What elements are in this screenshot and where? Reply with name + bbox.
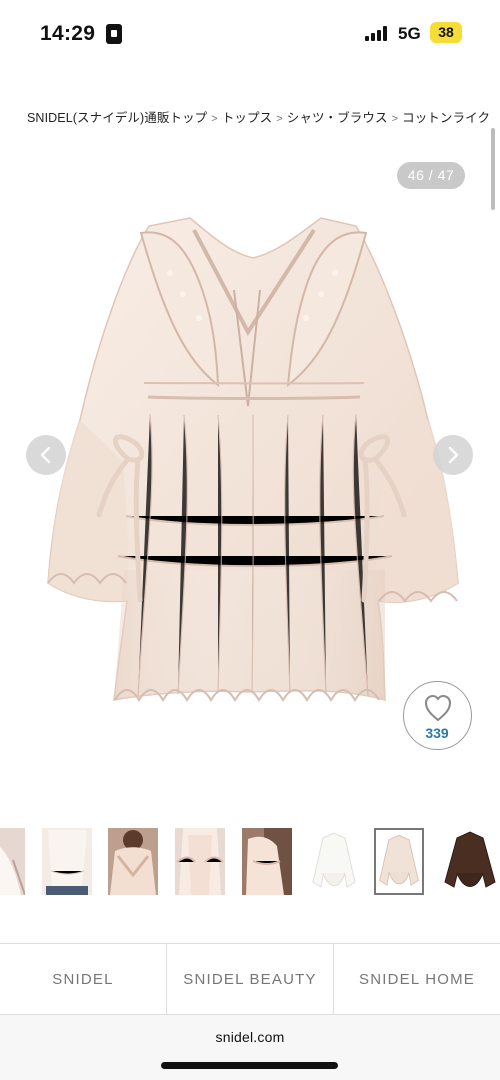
- lock-icon: [106, 24, 122, 44]
- breadcrumb-tops[interactable]: トップス: [222, 111, 272, 125]
- brand-tab-snidel-home[interactable]: SNIDEL HOME: [334, 944, 500, 1014]
- thumbnail-back-view[interactable]: [42, 828, 92, 895]
- thumbnail-side-view[interactable]: [0, 828, 25, 895]
- chevron-right-icon: [448, 446, 459, 464]
- blouse-dress-illustration: [47, 217, 459, 702]
- status-time: 14:29: [40, 22, 96, 45]
- home-indicator[interactable]: [161, 1062, 338, 1069]
- heart-icon: [424, 694, 452, 722]
- gallery-page-counter: 46 / 47: [397, 162, 465, 189]
- thumbnail-white-color[interactable]: [309, 828, 359, 895]
- brand-tab-snidel-beauty[interactable]: SNIDEL BEAUTY: [167, 944, 334, 1014]
- scroll-indicator[interactable]: [491, 128, 495, 210]
- browser-address-bar[interactable]: snidel.com: [0, 1015, 500, 1080]
- status-bar: 14:29 5G 38: [0, 0, 500, 70]
- next-image-button[interactable]: [433, 435, 473, 475]
- breadcrumb-separator: >: [391, 113, 399, 125]
- favorite-button[interactable]: 339: [403, 681, 472, 750]
- breadcrumb-shirts-blouses[interactable]: シャツ・ブラウス: [287, 111, 388, 125]
- thumbnail-collar-detail[interactable]: [108, 828, 158, 895]
- brand-tab-snidel[interactable]: SNIDEL: [0, 944, 167, 1014]
- brand-navigation: SNIDEL SNIDEL BEAUTY SNIDEL HOME: [0, 943, 500, 1015]
- browser-url[interactable]: snidel.com: [0, 1029, 500, 1045]
- previous-image-button[interactable]: [26, 435, 66, 475]
- breadcrumb-current-item: コットンライク: [402, 111, 491, 125]
- favorite-count: 339: [425, 725, 449, 741]
- signal-icon: [365, 25, 391, 41]
- breadcrumb-home[interactable]: SNIDEL(スナイデル)通販トップ: [27, 111, 207, 125]
- battery-indicator: 38: [430, 22, 462, 43]
- thumbnail-model-view[interactable]: [175, 828, 225, 895]
- breadcrumb-separator: >: [276, 113, 283, 125]
- product-detail-screen: 14:29 5G 38 SNIDEL(スナイデル)通販トップ > トップス > シャツ・…: [0, 0, 500, 1080]
- thumbnail-pink-color[interactable]: [374, 828, 424, 895]
- network-label: 5G: [398, 24, 421, 43]
- thumbnail-brown-color[interactable]: [442, 828, 500, 895]
- product-image[interactable]: [38, 210, 468, 710]
- chevron-left-icon: [40, 446, 51, 464]
- breadcrumb-separator: >: [211, 113, 218, 125]
- thumbnail-model-side[interactable]: [242, 828, 292, 895]
- breadcrumb: SNIDEL(スナイデル)通販トップ > トップス > シャツ・ブラウス > コットンライク: [27, 107, 500, 126]
- thumbnail-strip: [0, 828, 500, 898]
